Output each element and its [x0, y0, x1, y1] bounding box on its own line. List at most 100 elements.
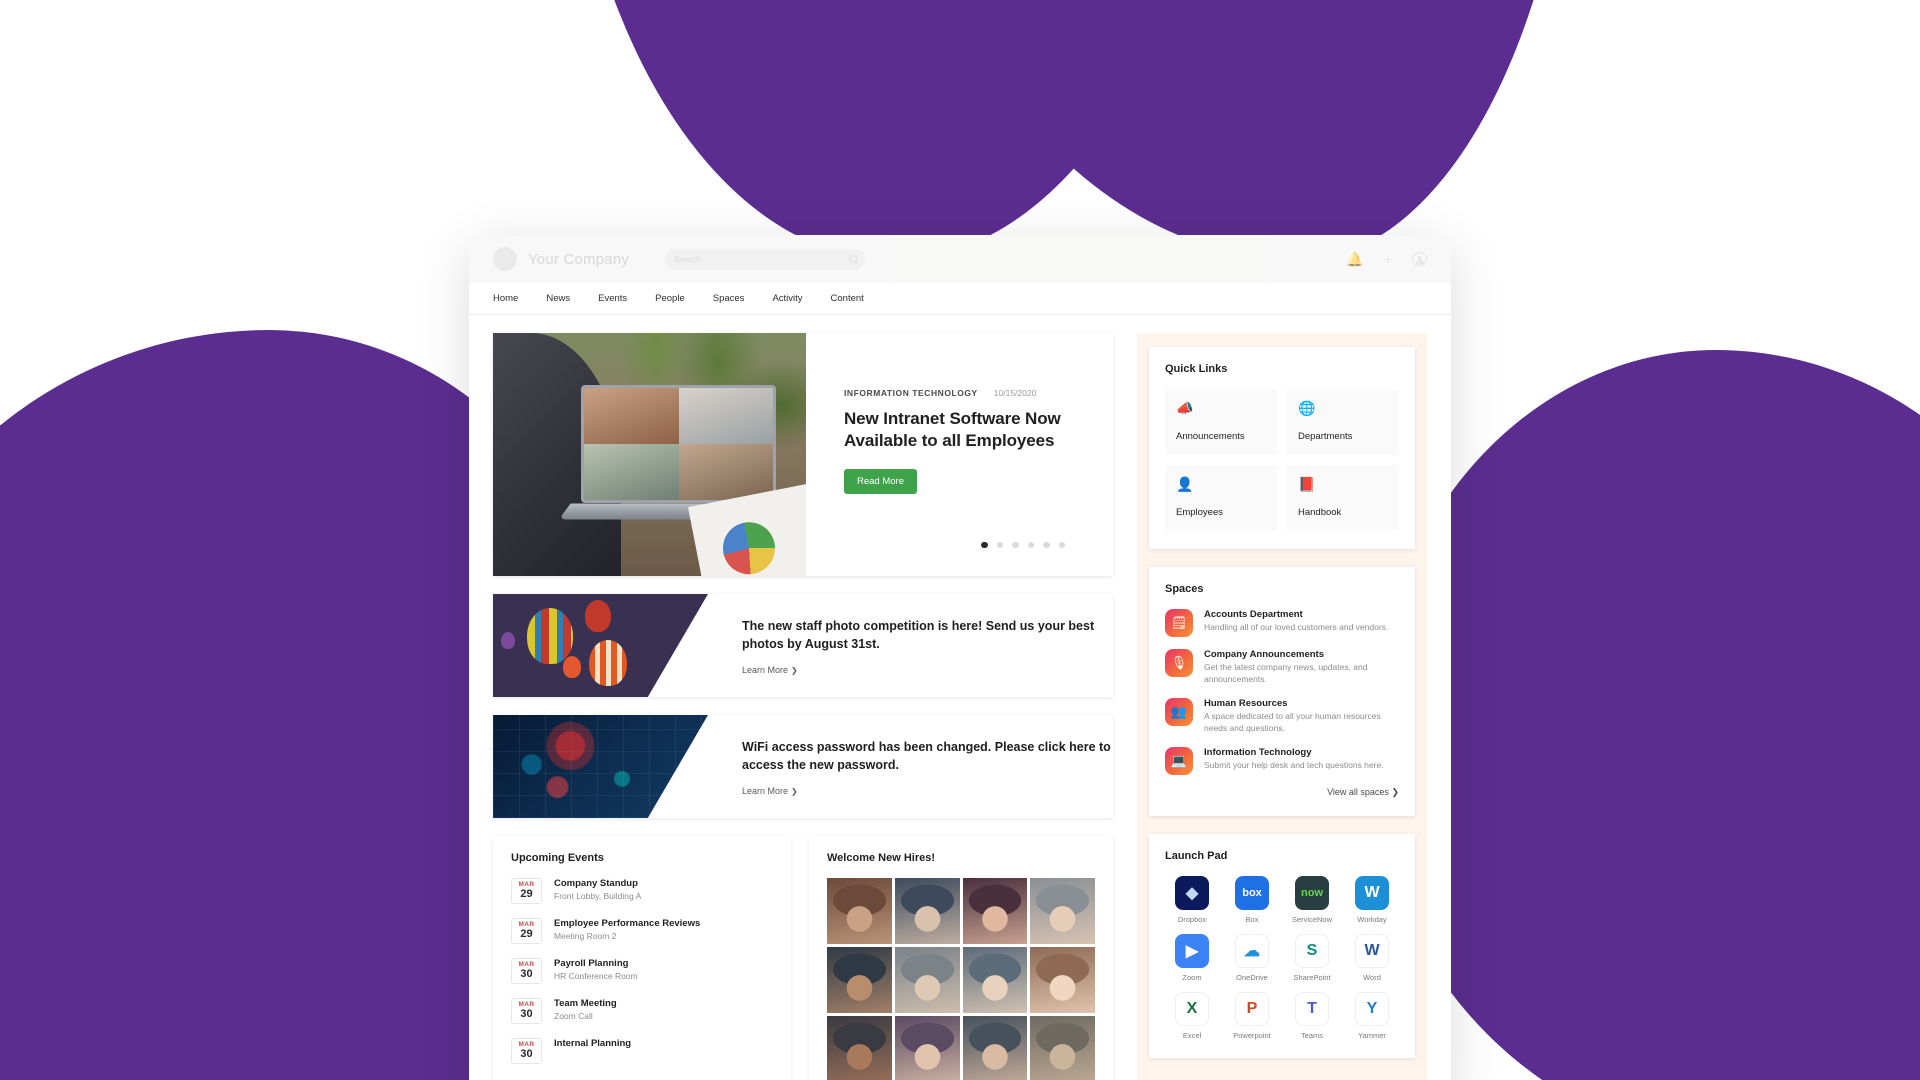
learn-more-label: Learn More	[742, 664, 789, 675]
promo-banner-wifi-password[interactable]: WiFi access password has been changed. P…	[493, 715, 1113, 818]
quick-link-label: Handbook	[1298, 507, 1342, 518]
quick-links-grid: 📣 Announcements 🌐 Departments 👤 Employees 📕 Han…	[1165, 389, 1399, 531]
space-item[interactable]: 💻 Information Technology Submit your help …	[1165, 746, 1399, 775]
space-item[interactable]: 👥 Human Resources A space dedicated to all…	[1165, 697, 1399, 735]
carousel-dot-1[interactable]	[981, 541, 988, 548]
space-name: Company Announcements	[1204, 649, 1324, 660]
new-hire-photo[interactable]	[894, 947, 960, 1014]
nav-item-spaces[interactable]: Spaces	[713, 293, 745, 304]
promo-text: The new staff photo competition is here!…	[708, 594, 1113, 697]
quick-link-announcements[interactable]: 📣 Announcements	[1165, 389, 1277, 455]
nav-item-events[interactable]: Events	[598, 293, 627, 304]
new-hire-photo[interactable]	[827, 878, 892, 945]
nav-item-people[interactable]: People	[655, 293, 685, 304]
new-hire-photo[interactable]	[1030, 947, 1095, 1014]
people-group-icon: 👥	[1165, 697, 1193, 726]
carousel-dot-2[interactable]	[996, 541, 1003, 548]
launch-pad-app-workday[interactable]: W Workday	[1345, 875, 1399, 924]
top-bar: Your Company Search 🔔 +	[469, 235, 1451, 283]
launch-pad-app-onedrive[interactable]: ☁ OneDrive	[1225, 933, 1279, 982]
launch-pad-app-zoom[interactable]: ▶ Zoom	[1165, 933, 1219, 982]
bell-icon[interactable]: 🔔	[1346, 252, 1363, 266]
book-icon: 📕	[1298, 476, 1316, 492]
launch-pad-app-label: Box	[1245, 914, 1259, 924]
launch-pad-panel: Launch Pad ◆ Dropbox box Box now ServiceNow W W…	[1149, 833, 1415, 1058]
space-item[interactable]: 🗒 Accounts Department Handling all of our …	[1165, 609, 1399, 637]
launch-pad-app-label: Yammer	[1358, 1030, 1386, 1040]
learn-more-link[interactable]: Learn More ❯	[742, 665, 798, 675]
promo-title: The new staff photo competition is here!…	[742, 619, 1095, 651]
account-icon[interactable]	[1412, 251, 1427, 267]
event-date-badge: MAR 29	[511, 878, 542, 905]
carousel-dot-4[interactable]	[1027, 541, 1034, 548]
promo-image-balloons	[493, 594, 708, 697]
quick-link-label: Employees	[1176, 507, 1223, 518]
learn-more-link[interactable]: Learn More ❯	[742, 786, 798, 796]
launch-pad-app-dropbox[interactable]: ◆ Dropbox	[1165, 875, 1219, 924]
new-hire-photo[interactable]	[827, 947, 892, 1014]
new-hire-photo[interactable]	[1030, 1016, 1095, 1080]
event-item[interactable]: MAR 29 Employee Performance Reviews Meeting…	[511, 918, 773, 945]
space-item[interactable]: 🎙 Company Announcements Get the latest com…	[1165, 649, 1399, 686]
hero-article-card[interactable]: INFORMATION TECHNOLOGY 10/15/2020 New In…	[493, 333, 1113, 576]
hero-category: INFORMATION TECHNOLOGY	[844, 388, 978, 398]
new-hire-photo[interactable]	[827, 1016, 892, 1080]
launch-pad-app-powerpoint[interactable]: P Powerpoint	[1225, 991, 1279, 1040]
new-hire-photo[interactable]	[962, 878, 1028, 945]
promo-banner-photo-competition[interactable]: The new staff photo competition is here!…	[493, 594, 1113, 697]
event-item[interactable]: MAR 29 Company Standup Front Lobby, Buildin…	[511, 878, 773, 905]
view-all-spaces-link[interactable]: View all spaces ❯	[1165, 787, 1399, 798]
nav-item-news[interactable]: News	[546, 293, 570, 304]
quick-links-panel: Quick Links 📣 Announcements 🌐 Departments 👤 E…	[1149, 347, 1415, 549]
new-hire-photo[interactable]	[962, 1016, 1028, 1080]
event-item[interactable]: MAR 30 Payroll Planning HR Conference Room	[511, 958, 773, 985]
sidebar-cream-wrapper: Quick Links 📣 Announcements 🌐 Departments 👤 E…	[1137, 333, 1427, 1080]
event-month: MAR	[518, 881, 535, 888]
upcoming-events-title: Upcoming Events	[511, 852, 604, 864]
megaphone-icon: 📣	[1176, 400, 1194, 416]
quick-link-employees[interactable]: 👤 Employees	[1165, 465, 1277, 531]
launch-pad-app-label: Word	[1363, 972, 1381, 982]
zoom-icon: ▶	[1175, 933, 1209, 968]
quick-link-handbook[interactable]: 📕 Handbook	[1287, 465, 1399, 531]
new-hire-photo[interactable]	[962, 947, 1028, 1014]
event-details: Employee Performance Reviews Meeting Room…	[554, 918, 700, 941]
launch-pad-app-word[interactable]: W Word	[1345, 933, 1399, 982]
event-location: Zoom Call	[554, 1011, 593, 1022]
launch-pad-app-teams[interactable]: T Teams	[1285, 991, 1339, 1040]
decorative-purple-blob-right	[1370, 350, 1920, 1080]
new-hire-photo[interactable]	[1030, 878, 1095, 945]
new-hire-photo[interactable]	[894, 878, 960, 945]
main-column: INFORMATION TECHNOLOGY 10/15/2020 New In…	[493, 333, 1113, 1080]
event-item[interactable]: MAR 30 Internal Planning	[511, 1038, 773, 1065]
sidebar-column: Quick Links 📣 Announcements 🌐 Departments 👤 E…	[1137, 333, 1427, 1080]
quick-link-departments[interactable]: 🌐 Departments	[1287, 389, 1399, 455]
event-details: Team Meeting Zoom Call	[554, 998, 617, 1021]
nav-item-activity[interactable]: Activity	[772, 293, 802, 304]
event-date-badge: MAR 30	[511, 998, 542, 1025]
promo-image-technology	[493, 715, 708, 818]
launch-pad-app-excel[interactable]: X Excel	[1165, 991, 1219, 1040]
carousel-dot-5[interactable]	[1043, 541, 1050, 548]
nav-item-home[interactable]: Home	[493, 293, 518, 304]
launch-pad-app-yammer[interactable]: Y Yammer	[1345, 991, 1399, 1040]
new-hire-photo[interactable]	[894, 1016, 960, 1080]
event-day: 29	[520, 888, 533, 900]
carousel-dot-6[interactable]	[1058, 541, 1065, 548]
event-item[interactable]: MAR 30 Team Meeting Zoom Call	[511, 998, 773, 1025]
teams-icon: T	[1295, 991, 1329, 1026]
space-description: Submit your help desk and tech questions…	[1204, 759, 1384, 770]
launch-pad-app-box[interactable]: box Box	[1225, 875, 1279, 924]
learn-more-label: Learn More	[742, 785, 789, 796]
read-more-button[interactable]: Read More	[844, 468, 917, 494]
nav-item-content[interactable]: Content	[831, 293, 864, 304]
promo-title: WiFi access password has been changed. P…	[742, 740, 1111, 772]
microphone-icon: 🎙	[1165, 649, 1193, 677]
carousel-dot-3[interactable]	[1012, 541, 1019, 548]
yammer-icon: Y	[1355, 991, 1389, 1026]
plus-icon[interactable]: +	[1384, 252, 1392, 266]
launch-pad-app-servicenow[interactable]: now ServiceNow	[1285, 875, 1339, 924]
search-input[interactable]: Search	[665, 248, 866, 270]
promo-text: WiFi access password has been changed. P…	[708, 715, 1113, 818]
launch-pad-app-sharepoint[interactable]: S SharePoint	[1285, 933, 1339, 982]
